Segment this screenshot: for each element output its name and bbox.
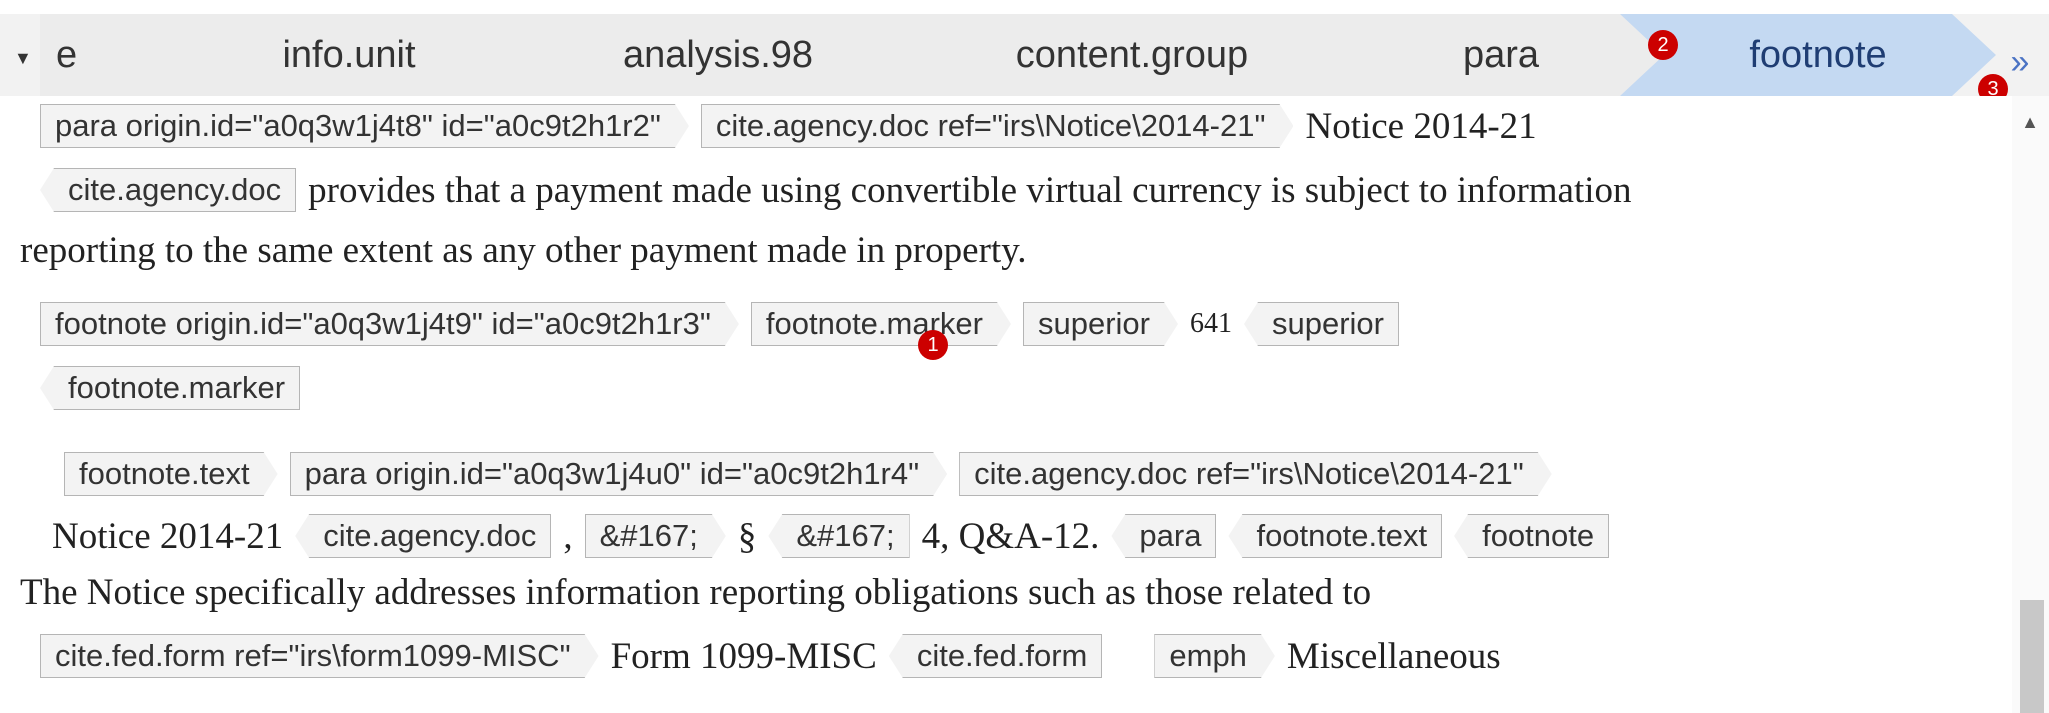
text-provides: provides that a payment made using conve… — [308, 169, 1632, 211]
collapse-caret-icon[interactable]: ▼ — [14, 48, 32, 69]
editor-line-9: cite.fed.form ref="irs\form1099-MISC" Fo… — [40, 626, 1513, 686]
editor-line-5: footnote.marker — [40, 358, 312, 418]
text-form: Form 1099-MISC — [610, 635, 877, 677]
tag-superior-close[interactable]: superior — [1243, 302, 1399, 346]
breadcrumb: ▼ e info.unit analysis.98 content.group … — [0, 14, 2049, 96]
text-comma: , — [563, 515, 573, 557]
breadcrumb-item-footnote[interactable]: footnote — [1620, 14, 1996, 96]
editor-line-2: cite.agency.doc provides that a payment … — [40, 160, 1644, 220]
tag-footnote-text-close[interactable]: footnote.text — [1228, 514, 1443, 558]
tag-entity-open[interactable]: &#167; — [585, 514, 726, 558]
editor-line-7: Notice 2014-21 cite.agency.doc , &#167; … — [52, 506, 1621, 566]
tag-para-open-2[interactable]: para origin.id="a0q3w1j4u0" id="a0c9t2h1… — [290, 452, 948, 496]
editor-window: ▼ e info.unit analysis.98 content.group … — [0, 0, 2049, 713]
editor-line-6: footnote.text para origin.id="a0q3w1j4u0… — [64, 444, 1564, 504]
text-the-notice: The Notice specifically addresses inform… — [20, 571, 1372, 613]
text-section-sign: § — [737, 515, 757, 557]
text-miscellaneous: Miscellaneous — [1286, 635, 1501, 677]
tag-cite-agency-doc-open[interactable]: cite.agency.doc ref="irs\Notice\2014-21" — [701, 104, 1294, 148]
breadcrumb-item-analysis[interactable]: analysis.98 — [508, 14, 928, 96]
breadcrumb-item-para[interactable]: para — [1336, 14, 1666, 96]
editor-line-4: footnote origin.id="a0q3w1j4t9" id="a0c9… — [40, 294, 1411, 354]
scroll-up-arrow-icon[interactable]: ▲ — [2018, 112, 2042, 136]
breadcrumb-item-info-unit[interactable]: info.unit — [144, 14, 554, 96]
callout-badge-2: 2 — [1648, 30, 1678, 60]
tag-para-close[interactable]: para — [1111, 514, 1217, 558]
tag-cite-agency-doc-close[interactable]: cite.agency.doc — [40, 168, 297, 212]
tag-entity-close[interactable]: &#167; — [768, 514, 910, 558]
text-reporting: reporting to the same extent as any othe… — [20, 229, 1027, 271]
tag-cite-agency-doc-open-2[interactable]: cite.agency.doc ref="irs\Notice\2014-21" — [959, 452, 1552, 496]
scrollbar-thumb[interactable] — [2020, 600, 2044, 713]
text-notice-2: Notice 2014-21 — [52, 515, 284, 557]
tag-cite-fed-form-close[interactable]: cite.fed.form — [888, 634, 1103, 678]
tag-cite-agency-doc-close-2[interactable]: cite.agency.doc — [295, 514, 552, 558]
tag-footnote-open[interactable]: footnote origin.id="a0q3w1j4t9" id="a0c9… — [40, 302, 739, 346]
more-chevrons-icon[interactable]: » — [2002, 42, 2038, 82]
breadcrumb-item-content-group[interactable]: content.group — [882, 14, 1382, 96]
text-notice: Notice 2014-21 — [1305, 105, 1537, 147]
editor-line-1: para origin.id="a0q3w1j4t8" id="a0c9t2h1… — [40, 96, 1549, 156]
tag-footnote-close[interactable]: footnote — [1454, 514, 1610, 558]
editor-line-3: reporting to the same extent as any othe… — [20, 220, 1039, 280]
tag-superior-open[interactable]: superior — [1023, 302, 1178, 346]
text-footnote-number: 641 — [1189, 308, 1232, 339]
tag-footnote-marker-close[interactable]: footnote.marker — [40, 366, 301, 410]
editor-line-8: The Notice specifically addresses inform… — [20, 562, 1383, 622]
tag-footnote-marker-open[interactable]: footnote.marker — [751, 302, 1011, 346]
tag-emph-open[interactable]: emph — [1154, 634, 1275, 678]
tag-para-open[interactable]: para origin.id="a0q3w1j4t8" id="a0c9t2h1… — [40, 104, 689, 148]
tag-footnote-text-open[interactable]: footnote.text — [64, 452, 278, 496]
callout-badge-1: 1 — [918, 330, 948, 360]
text-qa: 4, Q&A-12. — [921, 515, 1100, 557]
tag-cite-fed-form-open[interactable]: cite.fed.form ref="irs\form1099-MISC" — [40, 634, 599, 678]
xml-editor[interactable]: para origin.id="a0q3w1j4t8" id="a0c9t2h1… — [0, 96, 2012, 713]
